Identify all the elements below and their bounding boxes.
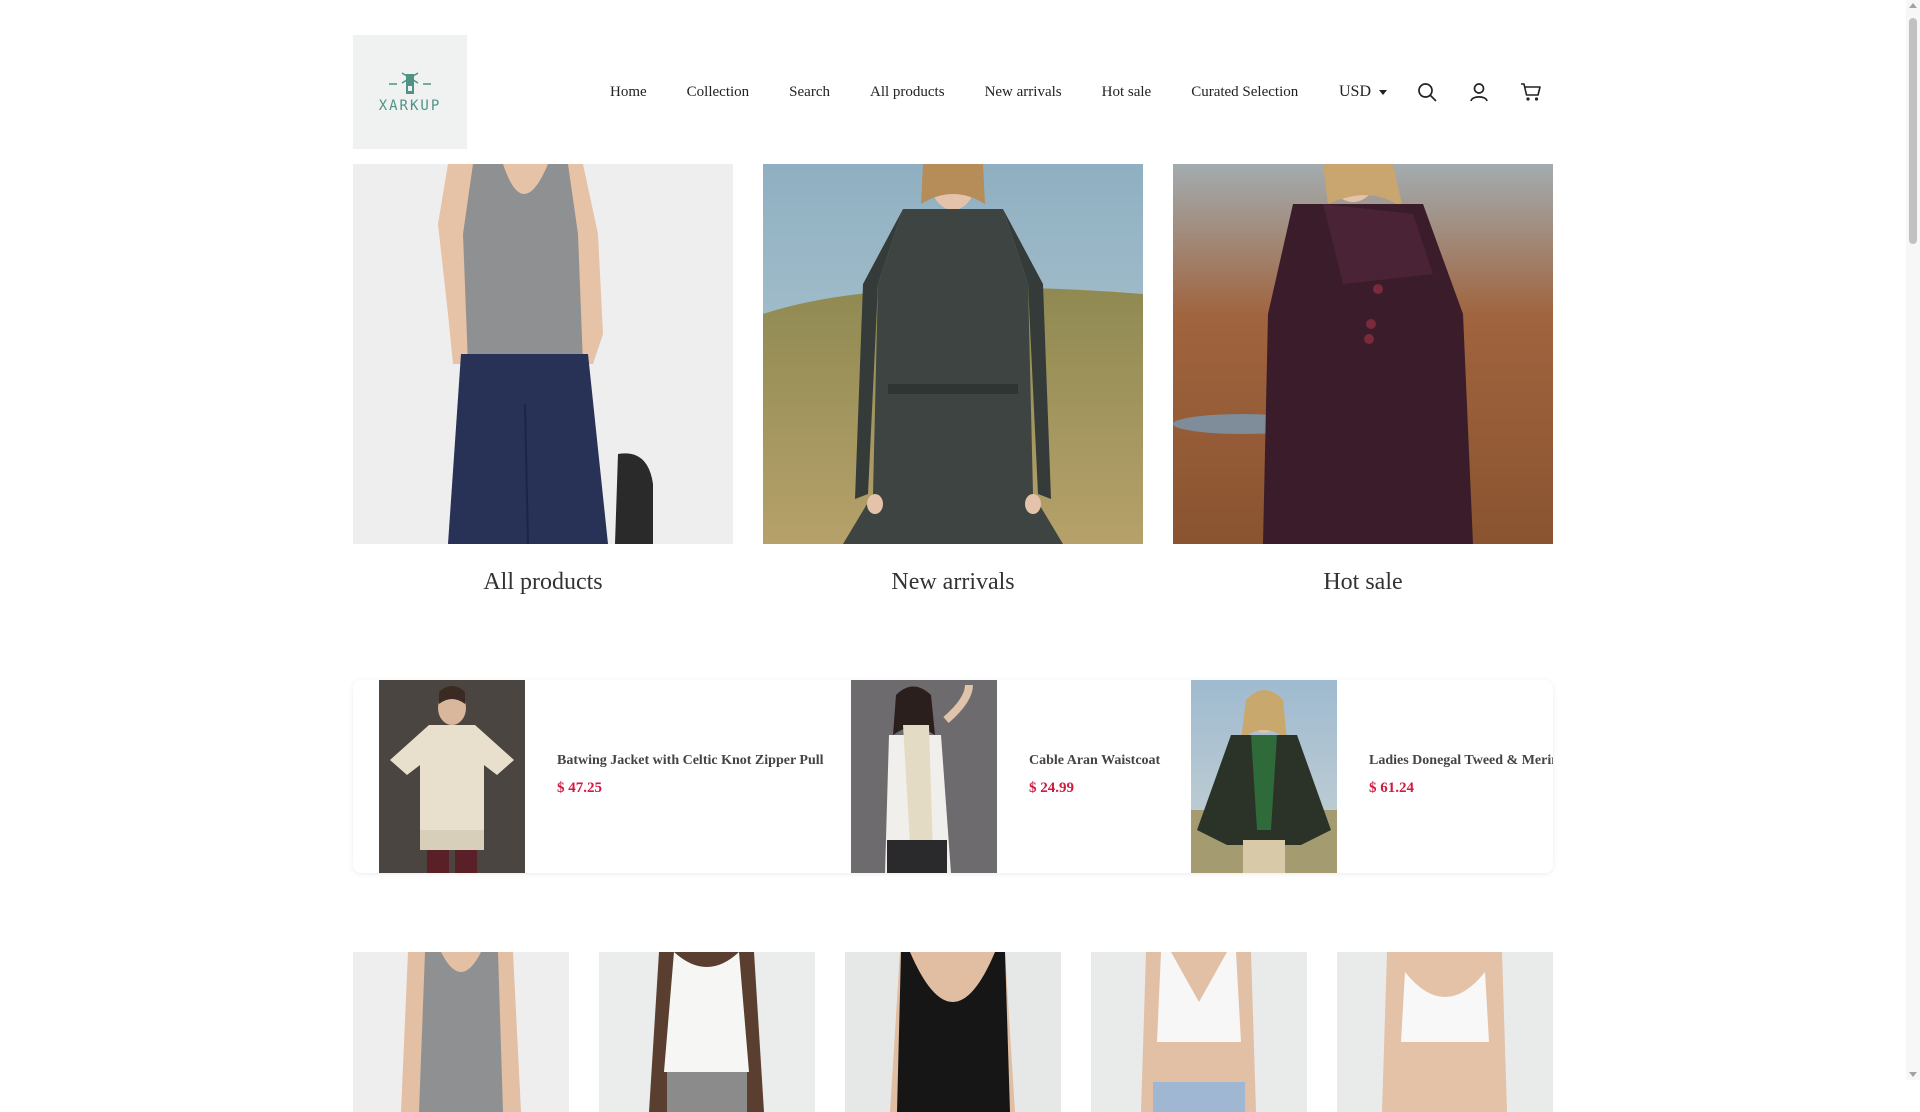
- collection-card-new-arrivals[interactable]: New arrivals: [763, 164, 1143, 596]
- search-icon[interactable]: [1415, 80, 1439, 104]
- product-image[interactable]: [379, 680, 525, 873]
- product-name[interactable]: Cable Aran Waistcoat: [1029, 753, 1160, 769]
- product-price: $ 24.99: [1029, 780, 1074, 796]
- product-image[interactable]: [1337, 952, 1553, 1112]
- page-scrollbar[interactable]: [1906, 0, 1920, 1080]
- store-logo[interactable]: XARKUP: [353, 35, 467, 149]
- scroll-up-arrow-icon[interactable]: [1909, 3, 1917, 8]
- nav-item-hot-sale[interactable]: Hot sale: [1102, 84, 1152, 101]
- brand-name: XARKUP: [378, 98, 442, 114]
- account-icon[interactable]: [1467, 80, 1491, 104]
- caret-down-icon: [1379, 89, 1387, 95]
- nav-item-home[interactable]: Home: [610, 84, 647, 101]
- nav-item-search[interactable]: Search: [789, 84, 830, 101]
- product-image[interactable]: [353, 952, 569, 1112]
- collection-title[interactable]: New arrivals: [763, 569, 1143, 596]
- scroll-down-arrow-icon[interactable]: [1909, 1072, 1917, 1077]
- product-card[interactable]: [1337, 952, 1553, 1112]
- product-card[interactable]: Cable Aran Waistcoat $ 24.99: [851, 680, 1181, 873]
- product-grid: [353, 952, 1553, 1112]
- cart-icon[interactable]: [1519, 80, 1543, 104]
- currency-label: USD: [1338, 83, 1371, 100]
- collection-image[interactable]: [1173, 164, 1553, 544]
- product-image[interactable]: [1091, 952, 1307, 1112]
- main-nav: Home Collection Search All products New …: [610, 35, 1298, 149]
- collection-title[interactable]: Hot sale: [1173, 569, 1553, 596]
- nav-item-all-products[interactable]: All products: [870, 84, 945, 101]
- product-image[interactable]: [599, 952, 815, 1112]
- product-image[interactable]: [1191, 680, 1337, 873]
- product-card[interactable]: [845, 952, 1061, 1112]
- collection-title[interactable]: All products: [353, 569, 733, 596]
- scrollbar-thumb[interactable]: [1909, 18, 1917, 244]
- product-card[interactable]: Batwing Jacket with Celtic Knot Zipper P…: [379, 680, 849, 873]
- product-card[interactable]: [353, 952, 569, 1112]
- product-name[interactable]: Ladies Donegal Tweed & Merino: [1369, 753, 1553, 769]
- collection-image[interactable]: [353, 164, 733, 544]
- collection-card-hot-sale[interactable]: Hot sale: [1173, 164, 1553, 596]
- product-price: $ 61.24: [1369, 780, 1414, 796]
- product-card[interactable]: [599, 952, 815, 1112]
- nav-item-collection[interactable]: Collection: [687, 84, 750, 101]
- collection-image[interactable]: [763, 164, 1143, 544]
- nav-item-new-arrivals[interactable]: New arrivals: [985, 84, 1062, 101]
- product-name[interactable]: Batwing Jacket with Celtic Knot Zipper P…: [557, 753, 824, 769]
- header-tools: USD: [1339, 35, 1553, 149]
- windmill-logo-icon: [389, 72, 431, 94]
- featured-products-carousel: Batwing Jacket with Celtic Knot Zipper P…: [353, 680, 1553, 873]
- site-header: XARKUP Home Collection Search All produc…: [353, 35, 1553, 149]
- product-image[interactable]: [851, 680, 997, 873]
- collection-card-all-products[interactable]: All products: [353, 164, 733, 596]
- currency-selector[interactable]: USD: [1339, 83, 1387, 101]
- nav-item-curated-selection[interactable]: Curated Selection: [1191, 84, 1298, 101]
- product-price: $ 47.25: [557, 780, 602, 796]
- product-card[interactable]: Ladies Donegal Tweed & Merino $ 61.24: [1191, 680, 1553, 873]
- product-image[interactable]: [845, 952, 1061, 1112]
- product-card[interactable]: [1091, 952, 1307, 1112]
